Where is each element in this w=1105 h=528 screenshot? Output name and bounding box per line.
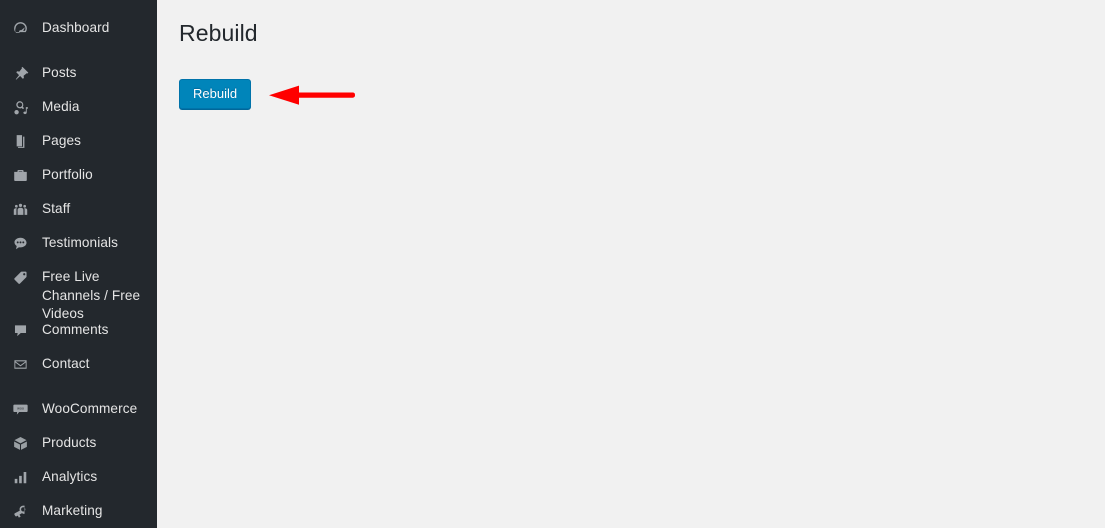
sidebar-item-label: Products [42, 435, 97, 450]
sidebar-item-portfolio[interactable]: Portfolio [0, 158, 157, 192]
sidebar-item-label: Contact [42, 356, 90, 371]
admin-sidebar: Dashboard Posts Media Pages Portfolio St… [0, 0, 157, 528]
sidebar-item-label: WooCommerce [42, 401, 138, 416]
analytics-bars-icon [10, 460, 30, 494]
sidebar-item-products[interactable]: Products [0, 426, 157, 460]
sidebar-item-contact[interactable]: Contact [0, 347, 157, 381]
sidebar-item-label: Analytics [42, 469, 98, 484]
sidebar-item-label: Posts [42, 65, 77, 80]
pages-icon [10, 124, 30, 158]
pin-icon [10, 56, 30, 90]
sidebar-item-label: Comments [42, 322, 109, 337]
main-content: Rebuild Rebuild [157, 0, 1105, 528]
sidebar-item-dashboard[interactable]: Dashboard [0, 11, 157, 45]
sidebar-item-marketing[interactable]: Marketing [0, 494, 157, 528]
annotation-arrow-icon [269, 85, 355, 105]
staff-group-icon [10, 192, 30, 226]
svg-text:woo: woo [17, 406, 24, 410]
comment-icon [10, 313, 30, 347]
sidebar-item-media[interactable]: Media [0, 90, 157, 124]
tag-icon [10, 269, 30, 287]
sidebar-item-testimonials[interactable]: Testimonials [0, 226, 157, 260]
products-box-icon [10, 426, 30, 460]
rebuild-button[interactable]: Rebuild [179, 79, 252, 109]
sidebar-item-analytics[interactable]: Analytics [0, 460, 157, 494]
envelope-icon [10, 347, 30, 381]
sidebar-item-pages[interactable]: Pages [0, 124, 157, 158]
sidebar-item-label: Testimonials [42, 235, 118, 250]
sidebar-group-separator [0, 45, 157, 56]
sidebar-group-separator-2 [0, 381, 157, 392]
portfolio-icon [10, 158, 30, 192]
sidebar-item-posts[interactable]: Posts [0, 56, 157, 90]
woocommerce-icon: woo [10, 392, 30, 426]
dashboard-icon [10, 11, 30, 45]
sidebar-item-label: Marketing [42, 503, 103, 518]
wordpress-admin-screen: Dashboard Posts Media Pages Portfolio St… [0, 0, 1105, 528]
sidebar-item-label: Portfolio [42, 167, 93, 182]
sidebar-item-label: Dashboard [42, 20, 110, 35]
sidebar-spacer-top [0, 0, 157, 11]
sidebar-item-label: Staff [42, 201, 71, 216]
sidebar-item-label: Media [42, 99, 80, 114]
speech-bubble-icon [10, 226, 30, 260]
sidebar-item-woocommerce[interactable]: woo WooCommerce [0, 392, 157, 426]
sidebar-item-free-live-channels[interactable]: Free Live Channels / Free Videos [0, 260, 157, 321]
sidebar-item-label: Pages [42, 133, 82, 148]
megaphone-icon [10, 494, 30, 528]
sidebar-item-staff[interactable]: Staff [0, 192, 157, 226]
media-icon [10, 90, 30, 124]
rebuild-button-row: Rebuild [179, 79, 1085, 109]
page-title: Rebuild [179, 20, 258, 46]
